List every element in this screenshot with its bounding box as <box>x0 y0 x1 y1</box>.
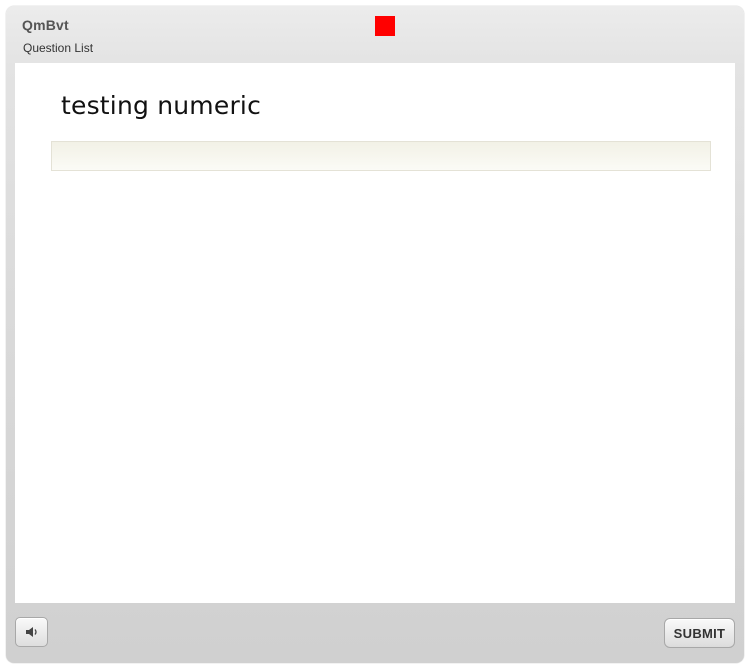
footer-bar: SUBMIT <box>6 603 744 663</box>
numeric-answer-input[interactable] <box>51 141 711 171</box>
audio-button[interactable] <box>15 617 48 647</box>
question-text: testing numeric <box>61 91 262 120</box>
status-indicator <box>375 16 395 36</box>
quiz-title: QmBvt <box>22 17 69 33</box>
question-panel: testing numeric <box>15 63 735 603</box>
speaker-icon <box>25 627 37 637</box>
submit-button[interactable]: SUBMIT <box>664 618 735 648</box>
quiz-window: QmBvt Question List testing numeric SUBM… <box>6 6 744 663</box>
question-list-link[interactable]: Question List <box>23 41 93 55</box>
